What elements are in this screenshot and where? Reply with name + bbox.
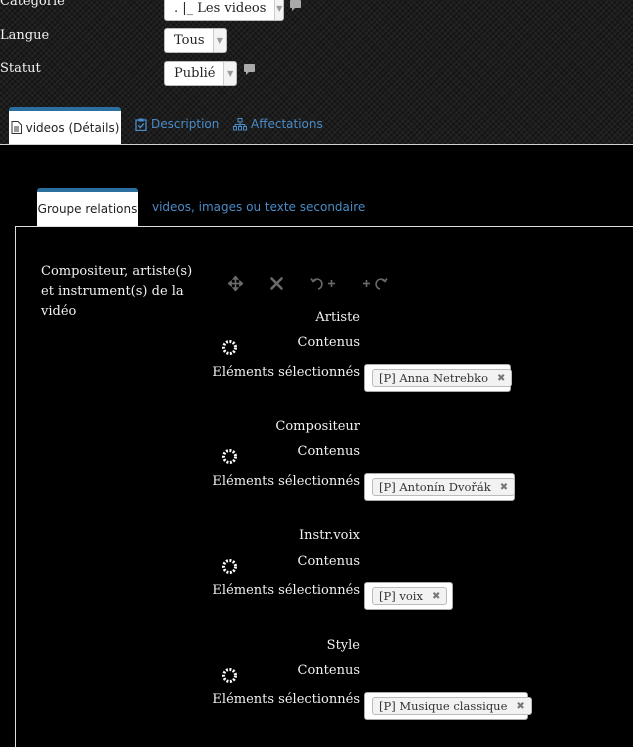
chip-label: [P] voix xyxy=(379,589,423,603)
categorie-value: . |_ Les videos xyxy=(174,1,267,16)
contenus-label: Contenus xyxy=(297,335,360,350)
chip-label: [P] Anna Netrebko xyxy=(379,371,489,385)
chevron-down-icon: ▼ xyxy=(223,62,236,85)
clipboard-check-icon xyxy=(135,118,147,131)
tab-label: Description xyxy=(151,117,220,131)
group-title-compositeur: Compositeur xyxy=(275,419,360,434)
tab-label: videos (Détails) xyxy=(25,120,120,135)
selected-items-box[interactable]: [P] voix ✖ xyxy=(364,582,453,610)
remove-chip-icon[interactable]: ✖ xyxy=(516,701,524,712)
chip-label: [P] Antonín Dvořák xyxy=(379,480,491,494)
selected-chip: [P] Anna Netrebko ✖ xyxy=(372,369,513,387)
group-title-artiste: Artiste xyxy=(315,310,360,325)
subtab-groupe-relations[interactable]: Groupe relations xyxy=(37,188,138,226)
chevron-down-icon: ▼ xyxy=(274,0,283,20)
undo-add-icon[interactable] xyxy=(310,276,336,291)
loading-spinner-icon xyxy=(222,449,237,464)
selected-chip: [P] Antonín Dvořák ✖ xyxy=(372,478,516,496)
selected-label: Eléments sélectionnés xyxy=(212,583,360,598)
chevron-down-icon: ▼ xyxy=(212,29,226,52)
contenus-label: Contenus xyxy=(297,444,360,459)
group-title-style: Style xyxy=(326,638,360,653)
selected-label: Eléments sélectionnés xyxy=(212,692,360,707)
document-icon xyxy=(11,121,22,134)
redo-add-icon[interactable] xyxy=(362,276,388,291)
selected-chip: [P] Musique classique ✖ xyxy=(372,697,532,715)
loading-spinner-icon xyxy=(222,668,237,683)
remove-icon[interactable] xyxy=(269,276,284,291)
subtab-videos-images-texte[interactable]: videos, images ou texte secondaire xyxy=(152,200,365,214)
contenus-label: Contenus xyxy=(297,554,360,569)
tab-description[interactable]: Description xyxy=(135,117,219,131)
langue-label: Langue xyxy=(0,28,50,43)
selected-label: Eléments sélectionnés xyxy=(212,474,360,489)
remove-chip-icon[interactable]: ✖ xyxy=(432,591,440,602)
subtab-label: Groupe relations xyxy=(37,202,138,216)
selected-items-box[interactable]: [P] Musique classique ✖ xyxy=(364,692,532,720)
tab-affectations[interactable]: Affectations xyxy=(233,117,323,131)
loading-spinner-icon xyxy=(222,559,237,574)
statut-label: Statut xyxy=(0,61,41,76)
selected-label: Eléments sélectionnés xyxy=(212,365,360,380)
subtab-label: videos, images ou texte secondaire xyxy=(152,200,366,214)
move-icon[interactable] xyxy=(228,276,243,291)
comment-icon[interactable] xyxy=(244,64,255,75)
comment-icon[interactable] xyxy=(290,0,301,11)
group-title-instr-voix: Instr.voix xyxy=(299,528,360,543)
statut-select[interactable]: Publié ▼ xyxy=(164,61,237,86)
langue-select[interactable]: Tous ▼ xyxy=(164,28,227,53)
filter-bar: Catégorie . |_ Les videos ▼ Langue Tous … xyxy=(0,0,633,145)
categorie-select[interactable]: . |_ Les videos ▼ xyxy=(164,0,284,21)
categorie-label: Catégorie xyxy=(0,0,65,9)
statut-value: Publié xyxy=(174,66,216,81)
section-description: Compositeur, artiste(s) et instrument(s)… xyxy=(41,264,193,319)
remove-chip-icon[interactable]: ✖ xyxy=(497,373,505,384)
sitemap-icon xyxy=(233,117,247,130)
selected-items-box[interactable]: [P] Antonín Dvořák ✖ xyxy=(364,473,516,501)
loading-spinner-icon xyxy=(222,340,237,355)
tab-label: Affectations xyxy=(251,117,323,131)
selected-items-box[interactable]: [P] Anna Netrebko ✖ xyxy=(364,364,513,392)
tab-videos-details[interactable]: videos (Détails) xyxy=(9,107,121,144)
selected-chip: [P] voix ✖ xyxy=(372,587,448,605)
chip-label: [P] Musique classique xyxy=(379,699,508,713)
langue-value: Tous xyxy=(174,33,205,48)
remove-chip-icon[interactable]: ✖ xyxy=(500,482,508,493)
contenus-label: Contenus xyxy=(297,663,360,678)
